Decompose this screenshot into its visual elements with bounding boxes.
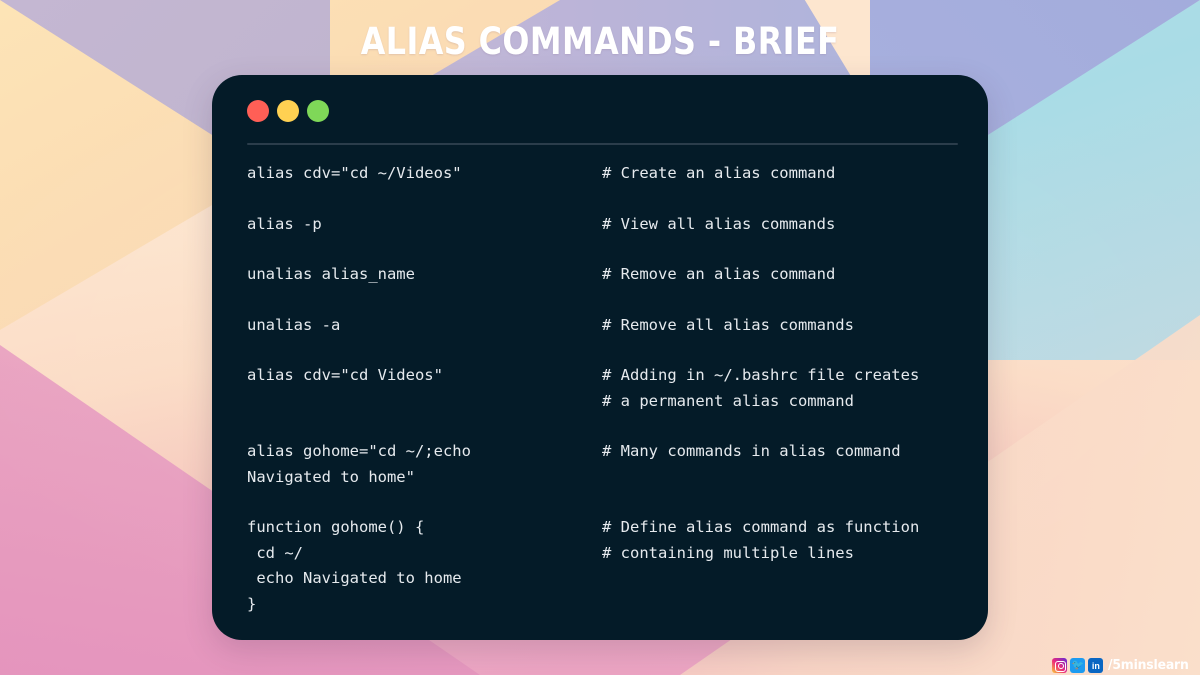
terminal-window: alias cdv="cd ~/Videos" # Create an alias… [212, 75, 988, 640]
comment-line: # Remove an alias command [602, 265, 836, 283]
comment-cell: # Adding in ~/.bashrc file creates # a pe… [602, 363, 953, 414]
command-line: alias cdv="cd ~/Videos" [247, 164, 462, 182]
page-title: ALIAS COMMANDS - BRIEF [360, 20, 840, 63]
command-line: unalias -a [247, 315, 341, 334]
comment-line: # View all alias commands [602, 214, 836, 233]
comment-line: # a permanent alias command [602, 391, 854, 410]
comment-cell: # Many commands in alias command [602, 439, 953, 490]
command-cell: alias cdv="cd Videos" [247, 363, 602, 414]
comment-line: # containing multiple lines [602, 543, 854, 562]
command-line: echo Navigated to home [247, 569, 462, 587]
maximize-dot[interactable] [307, 100, 329, 122]
close-dot[interactable] [247, 100, 269, 122]
command-line: alias cdv="cd Videos" [247, 366, 443, 384]
command-line: alias -p [247, 214, 322, 233]
instagram-icon[interactable] [1052, 657, 1068, 673]
code-row: alias cdv="cd ~/Videos" # Create an alias… [247, 161, 953, 187]
terminal-code-area: alias cdv="cd ~/Videos" # Create an alias… [212, 143, 988, 617]
code-row: function gohome() { cd ~/ echo Navigated… [247, 515, 953, 617]
comment-cell: # Define alias command as function # cont… [602, 515, 953, 617]
code-row: alias cdv="cd Videos" # Adding in ~/.bash… [247, 363, 953, 414]
watermark: /5minslearn [1052, 657, 1196, 674]
comment-cell: # Remove an alias command [602, 262, 953, 288]
comment-line: # Define alias command as function [602, 518, 920, 536]
comment-line: # Create an alias command [602, 164, 836, 182]
command-line: alias gohome="cd ~/;echo [247, 442, 471, 460]
comment-line: # Adding in ~/.bashrc file creates [602, 366, 920, 384]
comment-cell: # View all alias commands [602, 212, 953, 238]
command-line: function gohome() { [247, 518, 425, 536]
comment-cell: # Remove all alias commands [602, 313, 953, 339]
linkedin-icon[interactable] [1088, 657, 1104, 673]
titlebar-divider [247, 143, 958, 145]
code-row: unalias -a # Remove all alias commands [247, 313, 953, 339]
command-line: } [247, 594, 257, 613]
command-line: cd ~/ [247, 543, 303, 562]
command-cell: function gohome() { cd ~/ echo Navigated… [247, 515, 602, 617]
code-row: alias -p # View all alias commands [247, 212, 953, 238]
minimize-dot[interactable] [277, 100, 299, 122]
command-cell: alias -p [247, 212, 602, 238]
comment-cell: # Create an alias command [602, 161, 953, 187]
comment-line: # Remove all alias commands [602, 315, 854, 334]
terminal-titlebar [212, 75, 988, 145]
command-line: Navigated to home" [247, 467, 415, 486]
twitter-icon[interactable] [1070, 657, 1086, 674]
watermark-handle: /5minslearn [1108, 657, 1189, 673]
command-cell: unalias alias_name [247, 262, 602, 288]
command-cell: alias gohome="cd ~/;echo Navigated to hom… [247, 439, 602, 490]
command-cell: alias cdv="cd ~/Videos" [247, 161, 602, 187]
command-cell: unalias -a [247, 313, 602, 339]
window-controls [247, 100, 329, 122]
code-row: alias gohome="cd ~/;echo Navigated to hom… [247, 439, 953, 490]
comment-line: # Many commands in alias command [602, 442, 901, 460]
code-row: unalias alias_name # Remove an alias comm… [247, 262, 953, 288]
command-line: unalias alias_name [247, 265, 415, 283]
